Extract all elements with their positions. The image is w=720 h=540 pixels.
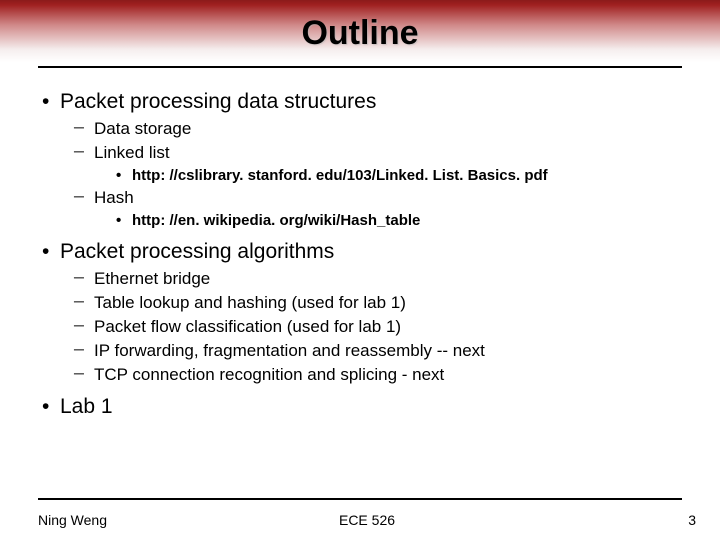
bullet-level1: Lab 1 (38, 393, 682, 421)
bullet-level2: Data storage (38, 118, 682, 141)
bullet-level3: http: //cslibrary. stanford. edu/103/Lin… (38, 166, 682, 186)
bullet-level2: Table lookup and hashing (used for lab 1… (38, 292, 682, 315)
bullet-level1: Packet processing data structures (38, 88, 682, 116)
header-band: Outline (0, 0, 720, 62)
footer-divider (38, 498, 682, 500)
bullet-level2: IP forwarding, fragmentation and reassem… (38, 340, 682, 363)
bullet-level2: Ethernet bridge (38, 268, 682, 291)
slide-content: Packet processing data structures Data s… (0, 68, 720, 421)
bullet-level2: Hash (38, 187, 682, 210)
bullet-level2: TCP connection recognition and splicing … (38, 364, 682, 387)
bullet-level3: http: //en. wikipedia. org/wiki/Hash_tab… (38, 211, 682, 231)
footer-course: ECE 526 (339, 512, 395, 528)
footer-author: Ning Weng (38, 512, 107, 528)
bullet-level2: Linked list (38, 142, 682, 165)
slide-title: Outline (0, 0, 720, 53)
bullet-level2: Packet flow classification (used for lab… (38, 316, 682, 339)
bullet-level1: Packet processing algorithms (38, 238, 682, 266)
footer-page-number: 3 (688, 512, 696, 528)
footer: Ning Weng ECE 526 3 (38, 512, 696, 528)
